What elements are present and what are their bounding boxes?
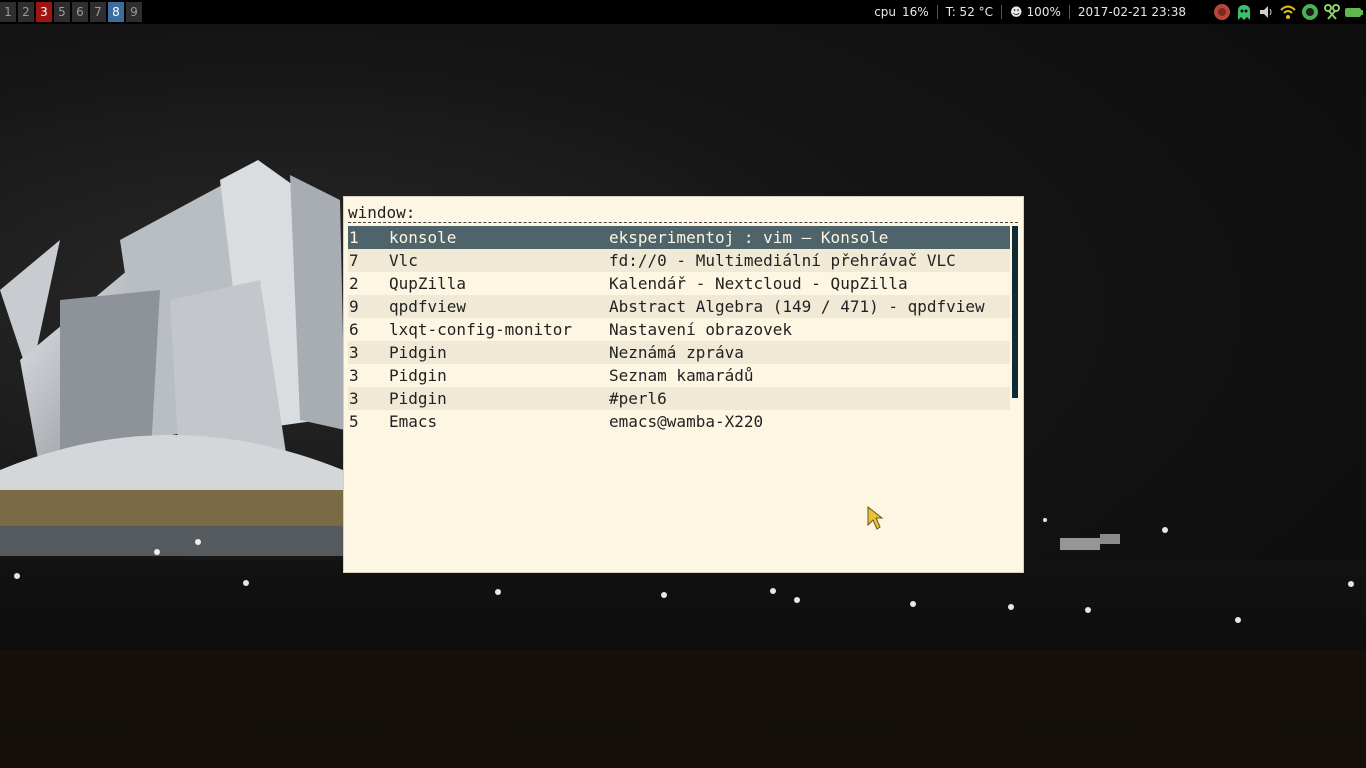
window-title: fd://0 - Multimediální přehrávač VLC [609,251,956,270]
clock[interactable]: 2017-02-21 23:38 [1078,5,1186,19]
cpu-label: cpu [874,5,897,19]
window-workspace: 3 [349,389,359,408]
window-title: Seznam kamarádů [609,366,754,385]
network-icon[interactable] [1300,2,1320,22]
window-list-item[interactable]: 9 qpdfview Abstract Algebra (149 / 471) - … [348,295,1010,318]
window-class: konsole [389,228,457,247]
status-separator [1001,5,1003,19]
window-list-item[interactable]: 3 Pidgin Seznam kamarádů [348,364,1010,387]
window-class: Pidgin [389,366,447,385]
workspace-1-button[interactable]: 1 [0,2,16,22]
prompt[interactable]: window: [348,203,415,223]
status-separator [1068,5,1070,19]
lotus-temple [0,160,345,556]
window-workspace: 7 [349,251,359,270]
workspace-3-button[interactable]: 3 [36,2,52,22]
window-workspace: 3 [349,366,359,385]
workspace-switcher: 12356789 [0,2,144,22]
window-title: emacs@wamba-X220 [609,412,764,431]
window-workspace: 6 [349,320,359,339]
window-title: Neznámá zpráva [609,343,744,362]
power-icon[interactable] [1212,2,1232,22]
brightness-level: 100% [1026,5,1061,19]
battery-icon[interactable] [1344,2,1364,22]
ghost-icon[interactable] [1234,2,1254,22]
window-title: Kalendář - Nextcloud - QupZilla [609,274,908,293]
window-workspace: 1 [349,228,359,247]
window-class: Vlc [389,251,418,270]
workspace-8-button[interactable]: 8 [108,2,124,22]
window-workspace: 9 [349,297,359,316]
window-class: Pidgin [389,343,447,362]
window-list: 1 konsole eksperimentoj : vim — Konsole 7 Vl… [348,226,1010,433]
window-title: eksperimentoj : vim — Konsole [609,228,889,247]
scissors-icon[interactable] [1322,2,1342,22]
cpu-usage: 16% [902,5,929,19]
system-tray [1210,2,1364,22]
window-workspace: 2 [349,274,359,293]
window-class: Emacs [389,412,438,431]
workspace-5-button[interactable]: 5 [54,2,70,22]
workspace-9-button[interactable]: 9 [126,2,142,22]
workspace-7-button[interactable]: 7 [90,2,106,22]
window-title: Abstract Algebra (149 / 471) - qpdfview [609,297,985,316]
window-class: qpdfview [389,297,467,316]
prompt-divider [348,222,1018,223]
window-list-item[interactable]: 7 Vlc fd://0 - Multimediální přehrávač VLC [348,249,1010,272]
workspace-6-button[interactable]: 6 [72,2,88,22]
window-workspace: 5 [349,412,359,431]
window-list-item[interactable]: 3 Pidgin Neznámá zpráva [348,341,1010,364]
top-panel: 12356789 cpu 16% T: 52 °C ☻ 100% 2017-02… [0,0,1366,24]
status-separator [936,5,938,19]
window-class: Pidgin [389,389,447,408]
volume-icon[interactable] [1256,2,1276,22]
window-title: #perl6 [609,389,667,408]
wifi-icon[interactable] [1278,2,1298,22]
brightness-icon: ☻ [1010,5,1023,19]
status-area: cpu 16% T: 52 °C ☻ 100% 2017-02-21 23:38 [866,0,1186,24]
window-list-item[interactable]: 2 QupZilla Kalendář - Nextcloud - QupZilla [348,272,1010,295]
mouse-pointer-icon [867,505,884,530]
window-list-item[interactable]: 5 Emacs emacs@wamba-X220 [348,410,1010,433]
window-switcher: window: 1 konsole eksperimentoj : vim — Ko… [343,196,1024,573]
temperature: T: 52 °C [945,5,994,19]
window-class: lxqt-config-monitor [389,320,573,339]
window-list-item[interactable]: 3 Pidgin #perl6 [348,387,1010,410]
window-workspace: 3 [349,343,359,362]
window-list-item[interactable]: 6 lxqt-config-monitor Nastavení obrazovek [348,318,1010,341]
window-class: QupZilla [389,274,467,293]
window-title: Nastavení obrazovek [609,320,793,339]
window-list-item[interactable]: 1 konsole eksperimentoj : vim — Konsole [348,226,1010,249]
workspace-2-button[interactable]: 2 [18,2,34,22]
scrollbar[interactable] [1012,226,1018,398]
